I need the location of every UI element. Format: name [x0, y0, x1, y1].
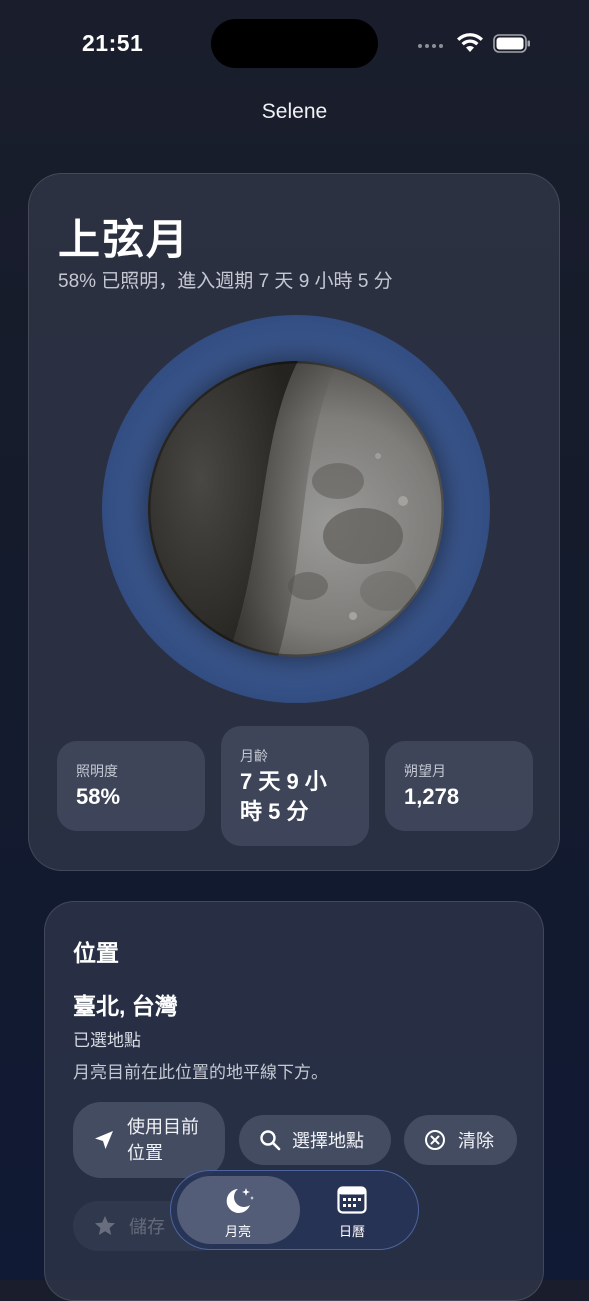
moon-age-value-line2: 時 5 分	[240, 799, 309, 824]
phase-subtitle: 58% 已照明，進入週期 7 天 9 小時 5 分	[58, 271, 393, 292]
wifi-icon	[457, 33, 483, 52]
lunation-value: 1,278	[404, 784, 460, 809]
clear-label: 清除	[458, 1131, 494, 1151]
choose-location-label: 選擇地點	[292, 1131, 364, 1151]
lunation-label: 朔望月	[404, 763, 446, 779]
choose-location-button[interactable]: 選擇地點	[239, 1115, 391, 1165]
location-heading: 位置	[73, 940, 119, 966]
tab-moon[interactable]: 月亮	[177, 1176, 300, 1244]
clear-circle-x-icon	[425, 1130, 445, 1150]
use-current-location-button[interactable]: 使用目前 位置	[73, 1102, 225, 1178]
tab-calendar[interactable]: 日曆	[306, 1176, 414, 1244]
use-current-location-label-line1: 使用目前	[127, 1117, 199, 1137]
horizon-note: 月亮目前在此位置的地平線下方。	[73, 1063, 328, 1082]
lunation-stat: 朔望月 1,278	[385, 741, 533, 831]
phase-name: 上弦月	[58, 216, 191, 263]
tab-bar: 月亮 日曆	[170, 1170, 419, 1250]
illumination-label: 照明度	[76, 763, 118, 779]
status-bar: 21:51	[0, 0, 589, 90]
status-time: 21:51	[82, 30, 144, 56]
location-name: 臺北, 台灣	[73, 993, 178, 1019]
moon-age-stat: 月齡 7 天 9 小 時 5 分	[221, 726, 369, 846]
dynamic-island	[211, 19, 378, 68]
calendar-icon	[337, 1186, 367, 1214]
search-icon	[260, 1130, 281, 1151]
tab-moon-label: 月亮	[224, 1224, 251, 1239]
star-icon	[95, 1216, 115, 1235]
moon-phase-card: 上弦月 58% 已照明，進入週期 7 天 9 小時 5 分 照明度 58% 月齡…	[28, 173, 560, 871]
moon-age-label: 月齡	[240, 748, 268, 764]
moon-stars-icon	[226, 1188, 254, 1213]
app-title: Selene	[261, 100, 328, 123]
use-current-location-label-line2: 位置	[127, 1143, 163, 1163]
clear-button[interactable]: 清除	[404, 1115, 517, 1165]
illumination-stat: 照明度 58%	[57, 741, 205, 831]
save-location-label: 儲存	[129, 1217, 165, 1237]
cellular-signal-icon	[418, 44, 443, 48]
moon-image	[148, 361, 444, 657]
location-arrow-icon	[95, 1131, 113, 1149]
illumination-value: 58%	[76, 784, 121, 809]
tab-calendar-label: 日曆	[338, 1224, 365, 1239]
moon-age-value-line1: 7 天 9 小	[240, 769, 327, 794]
battery-icon	[493, 34, 530, 53]
selected-location-label: 已選地點	[73, 1031, 141, 1050]
